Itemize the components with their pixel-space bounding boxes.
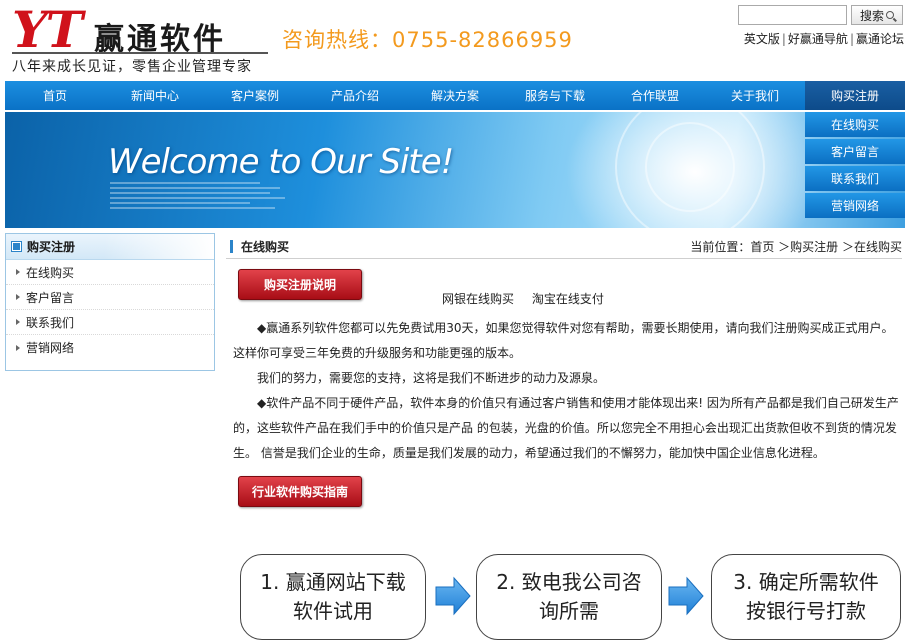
sidebar: 购买注册 在线购买 客户留言 联系我们 营销网络 <box>5 233 215 371</box>
search-icon <box>886 11 894 19</box>
search-input[interactable] <box>738 5 847 25</box>
arrow-right-icon <box>435 576 471 616</box>
arrow-right-icon <box>668 576 704 616</box>
sidebar-item-label: 联系我们 <box>26 315 75 330</box>
nav-purchase[interactable]: 购买注册 <box>805 81 905 110</box>
triangle-right-icon <box>16 319 20 325</box>
link-forum[interactable]: 赢通论坛 <box>856 32 904 46</box>
dropdown-sales-network[interactable]: 营销网络 <box>805 193 905 218</box>
banner: Welcome to Our Site! <box>5 112 905 228</box>
nav-solutions[interactable]: 解决方案 <box>405 81 505 110</box>
dropdown-messages[interactable]: 客户留言 <box>805 139 905 164</box>
triangle-right-icon <box>16 269 20 275</box>
title-marker <box>230 239 233 253</box>
search-button-label: 搜索 <box>859 8 884 23</box>
purchase-instructions-button[interactable]: 购买注册说明 <box>238 269 362 300</box>
buying-guide-button[interactable]: 行业软件购买指南 <box>238 476 362 507</box>
flow-step-3: 3. 确定所需软件按银行号打款 <box>711 554 901 640</box>
nav-service-download[interactable]: 服务与下载 <box>505 81 605 110</box>
sidebar-item-label: 营销网络 <box>26 341 75 355</box>
nav-cases[interactable]: 客户案例 <box>205 81 305 110</box>
triangle-right-icon <box>16 344 20 351</box>
logo[interactable]: YT 赢通软件 八年来成长见证，零售企业管理专家 <box>8 0 270 76</box>
paragraph-trial: ◆赢通系列软件您都可以先免费试用30天，如果您觉得软件对您有帮助，需要长期使用，… <box>233 321 894 360</box>
link-english[interactable]: 英文版 <box>744 32 780 46</box>
sidebar-item-contact[interactable]: 联系我们 <box>6 310 214 335</box>
nav-news[interactable]: 新闻中心 <box>105 81 205 110</box>
sidebar-item-sales-network[interactable]: 营销网络 <box>6 335 214 360</box>
sidebar-item-label: 客户留言 <box>26 290 75 305</box>
link-bank-online-buy[interactable]: 网银在线购买 <box>442 292 514 306</box>
banner-ring <box>645 122 735 212</box>
purchase-dropdown: 在线购买 客户留言 联系我们 营销网络 <box>805 112 905 220</box>
dropdown-contact[interactable]: 联系我们 <box>805 166 905 191</box>
top-links: 英文版 | 好赢通导航 | 赢通论坛 <box>743 32 904 46</box>
nav-home[interactable]: 首页 <box>5 81 105 110</box>
link-navigation[interactable]: 好赢通导航 <box>788 32 848 46</box>
logo-divider <box>12 52 268 54</box>
paragraph-software-value: ◆软件产品不同于硬件产品，软件本身的价值只有通过客户销售和使用才能体现出来! 因… <box>233 396 899 460</box>
nav-alliance[interactable]: 合作联盟 <box>605 81 705 110</box>
dropdown-online-buy[interactable]: 在线购买 <box>805 112 905 137</box>
hotline: 咨询热线：0755-82866959 <box>282 28 573 52</box>
logo-letters: YT <box>12 0 83 59</box>
flow-step-1: 1. 赢通网站下载软件试用 <box>240 554 426 640</box>
banner-welcome: Welcome to Our Site! <box>108 142 454 182</box>
page-title: 在线购买 <box>241 239 290 254</box>
main-nav: 首页 新闻中心 客户案例 产品介绍 解决方案 服务与下载 合作联盟 关于我们 购… <box>5 81 905 110</box>
sidebar-title: 购买注册 <box>27 240 76 254</box>
flow-step-2: 2. 致电我公司咨询所需 <box>476 554 662 640</box>
sidebar-item-messages[interactable]: 客户留言 <box>6 285 214 310</box>
sidebar-header: 购买注册 <box>6 234 214 260</box>
breadcrumb: 当前位置：首页 ＞购买注册 ＞在线购买 <box>690 239 902 254</box>
sidebar-item-label: 在线购买 <box>26 265 75 280</box>
link-taobao-pay[interactable]: 淘宝在线支付 <box>532 292 604 306</box>
slogan: 八年来成长见证，零售企业管理专家 <box>12 59 252 75</box>
sidebar-item-online-buy[interactable]: 在线购买 <box>6 260 214 285</box>
content-header: 在线购买 当前位置：首页 ＞购买注册 ＞在线购买 <box>226 234 902 259</box>
search-button[interactable]: 搜索 <box>851 5 903 25</box>
nav-about[interactable]: 关于我们 <box>705 81 805 110</box>
banner-decor-text <box>110 182 290 209</box>
triangle-right-icon <box>16 294 20 300</box>
nav-products[interactable]: 产品介绍 <box>305 81 405 110</box>
payment-links: 网银在线购买 淘宝在线支付 <box>442 290 618 307</box>
paragraph-support: 我们的努力，需要您的支持，这将是我们不断进步的动力及源泉。 <box>257 371 606 385</box>
square-icon <box>11 241 22 252</box>
